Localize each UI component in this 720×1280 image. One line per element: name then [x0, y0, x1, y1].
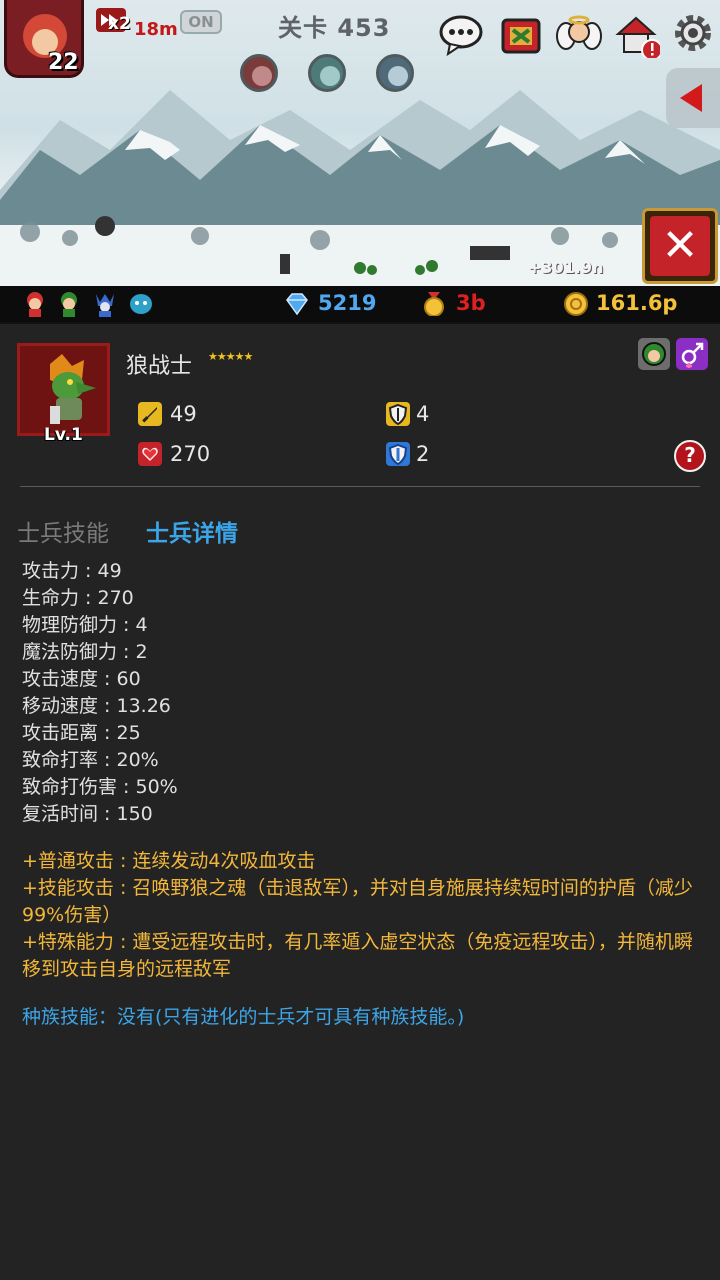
attribute-hp: 生命力 : 270 [22, 587, 134, 609]
unit-stars: ★★★★★ [208, 350, 253, 363]
ability-special: +特殊能力 : 遭受远程攻击时，有几率遁入虚空状态（免疫远程攻击），并随机瞬移到… [22, 931, 693, 980]
physical-defense-value: 4 [416, 402, 430, 426]
ability-normal-attack: +普通攻击 : 连续发动4次吸血攻击 [22, 850, 316, 872]
expand-arrow-icon[interactable] [666, 68, 720, 128]
unit-info-panel: Lv.1 狼战士 ★★★★★ 49 4 270 2 ? 士兵技能 士兵详情 攻击… [0, 322, 720, 1280]
attribute-move-speed: 移动速度 : 13.26 [22, 695, 171, 717]
snowy-mountains-background [0, 90, 720, 288]
attribute-attack: 攻击力 : 49 [22, 560, 122, 582]
treasure-chest-icon[interactable] [498, 12, 544, 58]
chat-bubble-icon[interactable] [438, 12, 484, 58]
gear-icon[interactable] [672, 12, 718, 58]
ability-skill-attack: +技能攻击 : 召唤野狼之魂（击退敌军），并对自身施展持续短时间的护盾（减少99… [22, 877, 693, 926]
help-button[interactable]: ? [674, 440, 706, 472]
speed-multiplier: x2 [108, 14, 131, 34]
hero-level: 22 [48, 50, 79, 75]
attribute-attack-range: 攻击距离 : 25 [22, 722, 141, 744]
close-button[interactable]: ✕ [642, 208, 718, 284]
race-skill: 种族技能：没有(只有进化的士兵才可具有种族技能。) [22, 1006, 465, 1028]
unit-slot-3-icon[interactable] [92, 290, 118, 318]
angel-icon[interactable] [556, 12, 602, 58]
gem-count: 5219 [318, 291, 377, 315]
attribute-magic-defense: 魔法防御力 : 2 [22, 641, 148, 663]
close-icon: ✕ [650, 216, 710, 276]
tab-unit-details[interactable]: 士兵详情 [146, 514, 238, 548]
attribute-crit-damage: 致命打伤害 : 50% [22, 776, 178, 798]
attribute-list: 攻击力 : 49 生命力 : 270 物理防御力 : 4 魔法防御力 : 2 攻… [22, 558, 178, 828]
diamond-icon [286, 293, 308, 316]
gender-icon[interactable] [676, 338, 708, 370]
attack-value: 49 [170, 402, 197, 426]
attribute-revive-time: 复活时间 : 150 [22, 803, 153, 825]
gold-count: 161.6p [596, 291, 678, 315]
unit-slot-1-icon[interactable] [22, 290, 48, 318]
unit-portrait [17, 343, 110, 436]
battle-scene: 22 x2 18m ON 关卡 453 +301.9n ✕ [0, 0, 720, 288]
heart-icon [138, 442, 162, 466]
unit-slot-2-icon[interactable] [56, 290, 82, 318]
unit-slot-4-icon[interactable] [128, 290, 154, 318]
attribute-attack-speed: 攻击速度 : 60 [22, 668, 141, 690]
tab-unit-skills[interactable]: 士兵技能 [17, 514, 109, 548]
divider [20, 486, 700, 487]
magic-defense-value: 2 [416, 442, 430, 466]
unit-level: Lv.1 [44, 425, 83, 445]
medal-icon [424, 292, 444, 316]
hp-value: 270 [170, 442, 211, 466]
unit-name: 狼战士 [126, 354, 193, 379]
skill-orb-1-icon[interactable] [240, 54, 278, 92]
skill-orb-3-icon[interactable] [376, 54, 414, 92]
wolf-warrior-icon [50, 354, 96, 424]
physical-shield-icon [386, 402, 410, 426]
attribute-crit-rate: 致命打率 : 20% [22, 749, 159, 771]
sword-icon [138, 402, 162, 426]
house-alert-icon[interactable] [614, 12, 660, 58]
damage-float-text: +301.9n [528, 258, 604, 277]
gold-coin-icon [564, 292, 588, 316]
auto-toggle[interactable]: ON [180, 10, 222, 34]
speed-time-remaining: 18m [134, 19, 178, 40]
stage-label: 关卡 453 [278, 14, 391, 42]
magic-shield-icon [386, 442, 410, 466]
attribute-physical-defense: 物理防御力 : 4 [22, 614, 148, 636]
skill-orb-2-icon[interactable] [308, 54, 346, 92]
unit-type-icon[interactable] [638, 338, 670, 370]
medal-count: 3b [456, 291, 486, 315]
resource-bar: 5219 3b 161.6p [0, 286, 720, 322]
